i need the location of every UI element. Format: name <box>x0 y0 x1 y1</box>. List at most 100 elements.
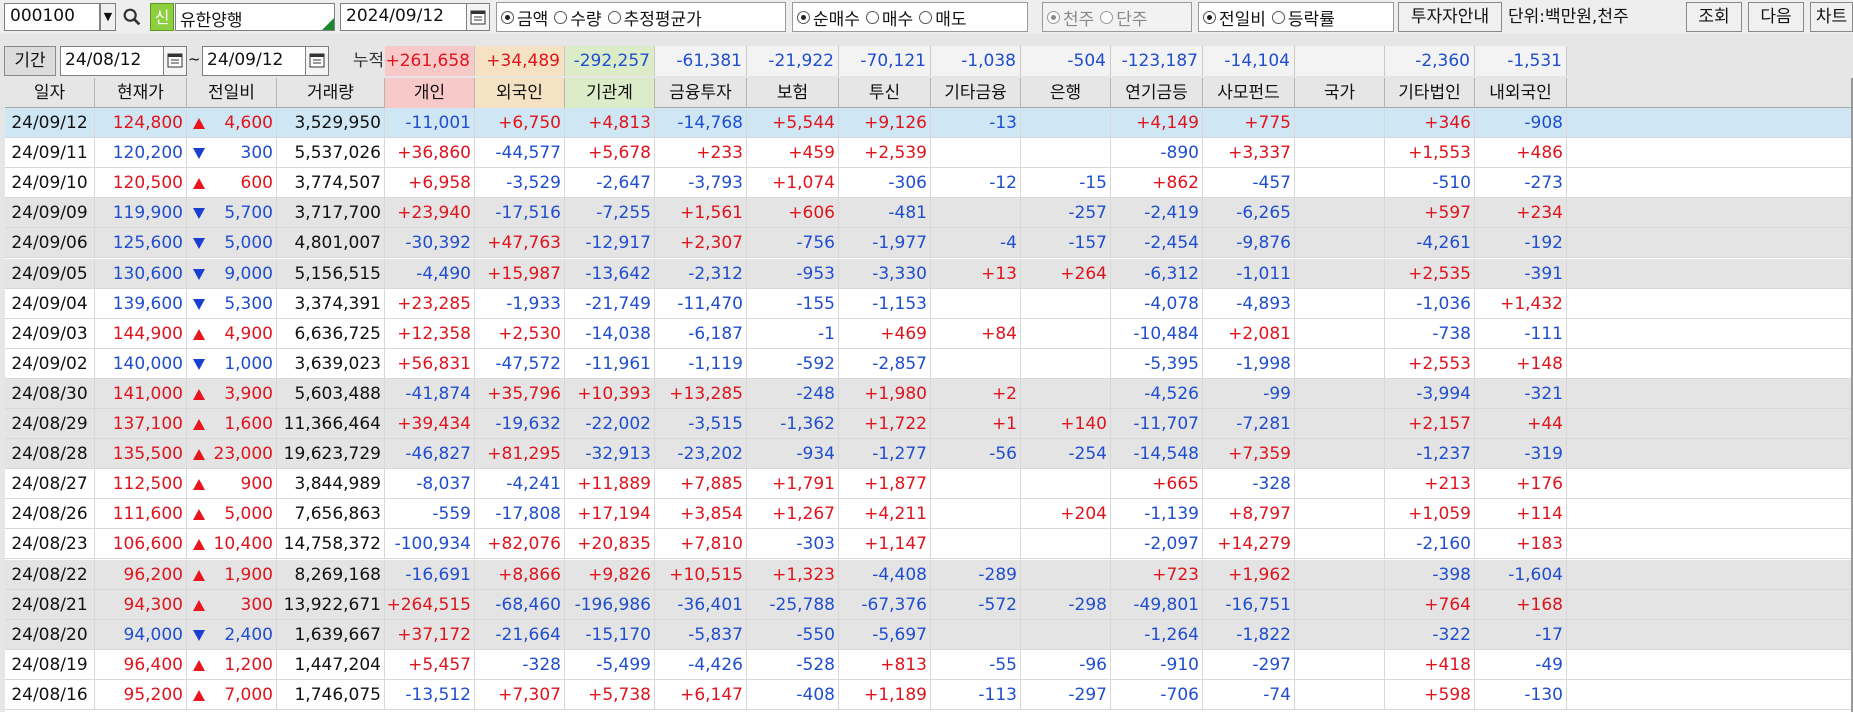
header-volume[interactable]: 거래량 <box>277 78 385 108</box>
header-foreign[interactable]: 외국인 <box>475 78 565 108</box>
radio-quantity[interactable]: 수량 <box>554 5 602 30</box>
date-calendar-button[interactable] <box>466 3 490 31</box>
cell-foreign: -4,241 <box>475 469 565 500</box>
period-to-input[interactable]: 24/09/12 <box>202 46 306 76</box>
table-row[interactable]: 24/09/06 125,600 5,000 4,801,007 -30,392 +47,… <box>5 228 1853 259</box>
period-bar: 기간 24/08/12 ~ 24/09/12 누적순매수 +261,658+34… <box>0 44 1853 78</box>
table-row[interactable]: 24/08/23 106,600 10,400 14,758,372 -100,934 +… <box>5 529 1853 560</box>
cell-state <box>1295 619 1385 650</box>
arrow-up-icon <box>193 449 205 461</box>
cell-pension: -6,312 <box>1111 258 1203 289</box>
table-row[interactable]: 24/08/29 137,100 1,600 11,366,464 +39,434 -19… <box>5 409 1853 439</box>
stock-search-button[interactable] <box>118 3 146 31</box>
header-bank[interactable]: 은행 <box>1021 78 1111 108</box>
table-row[interactable]: 24/09/09 119,900 5,700 3,717,700 +23,940 -17,… <box>5 198 1853 229</box>
table-row[interactable]: 24/09/02 140,000 1,000 3,639,023 +56,831 -47,… <box>5 348 1853 379</box>
table-row[interactable]: 24/09/11 120,200 300 5,537,026 +36,860 -44,57… <box>5 138 1853 169</box>
cell-individual: +264,515 <box>385 589 475 620</box>
radio-thousand-shares[interactable]: 천주 <box>1047 5 1094 30</box>
header-individual[interactable]: 개인 <box>385 78 475 108</box>
cell-foreign: +6,750 <box>475 108 565 138</box>
cell-trust: +9,126 <box>839 108 931 138</box>
table-row[interactable]: 24/08/19 96,400 1,200 1,447,204 +5,457 -328 -5… <box>5 649 1853 680</box>
cell-other-corp: +764 <box>1385 589 1475 620</box>
cell-date: 24/08/23 <box>5 529 95 560</box>
header-institution[interactable]: 기관계 <box>565 78 655 108</box>
cell-private-fund: -457 <box>1203 168 1295 199</box>
search-button[interactable]: 조회 <box>1686 2 1742 32</box>
cell-insurance: -303 <box>747 529 839 560</box>
cell-institution: -196,986 <box>565 589 655 620</box>
cell-bank: -297 <box>1021 679 1111 710</box>
cell-fin-invest: -23,202 <box>655 439 747 470</box>
radio-change-rate[interactable]: 등락률 <box>1271 5 1335 30</box>
change-value: 600 <box>240 173 273 194</box>
table-row[interactable]: 24/08/28 135,500 23,000 19,623,729 -46,827 +8… <box>5 439 1853 470</box>
table-row[interactable]: 24/08/26 111,600 5,000 7,656,863 -559 -17,808… <box>5 499 1853 530</box>
radio-avg-price[interactable]: 추정평균가 <box>607 5 702 30</box>
radio-net-buy[interactable]: 순매수 <box>797 5 860 30</box>
cell-date: 24/09/11 <box>5 138 95 169</box>
new-listing-badge: 신 <box>150 3 174 31</box>
cell-pension: -1,139 <box>1111 499 1203 530</box>
investor-trade-table[interactable]: 일자 현재가 전일비 거래량 개인 외국인 기관계 금융투자 보험 투신 기타금융 은행 연기금등 사모펀… <box>5 78 1853 712</box>
period-from-input[interactable]: 24/08/12 <box>60 46 164 76</box>
cell-date: 24/09/04 <box>5 288 95 319</box>
period-from-calendar-button[interactable] <box>163 46 187 76</box>
table-row[interactable]: 24/08/30 141,000 3,900 5,603,488 -41,874 +35,… <box>5 378 1853 409</box>
table-row[interactable]: 24/09/10 120,500 600 3,774,507 +6,958 -3,529-… <box>5 168 1853 199</box>
header-date[interactable]: 일자 <box>5 78 95 108</box>
cell-other-corp: +2,535 <box>1385 258 1475 289</box>
table-row[interactable]: 24/09/05 130,600 9,000 5,156,515 -4,490 +15,9… <box>5 258 1853 289</box>
row-filler <box>1567 168 1853 199</box>
radio-buy[interactable]: 매수 <box>865 5 913 30</box>
change-value: 10,400 <box>213 534 273 555</box>
cell-foreign: -47,572 <box>475 348 565 379</box>
stock-name-text: 유한양행 <box>180 11 243 31</box>
cell-other-finance: -572 <box>931 589 1021 620</box>
header-other-corp[interactable]: 기타법인 <box>1385 78 1475 108</box>
header-fin-invest[interactable]: 금융투자 <box>655 78 747 108</box>
cell-domestic-foreign: -321 <box>1475 378 1567 409</box>
table-row[interactable]: 24/09/03 144,900 4,900 6,636,725 +12,358 +2,5… <box>5 318 1853 349</box>
cell-individual: -41,874 <box>385 378 475 409</box>
investor-info-button[interactable]: 투자자안내 <box>1398 2 1502 32</box>
cell-date: 24/09/12 <box>5 108 95 138</box>
header-private-fund[interactable]: 사모펀드 <box>1203 78 1295 108</box>
arrow-down-icon <box>193 238 205 250</box>
header-pension[interactable]: 연기금등 <box>1111 78 1203 108</box>
radio-amount[interactable]: 금액 <box>501 5 548 30</box>
cell-domestic-foreign: +168 <box>1475 589 1567 620</box>
table-row[interactable]: 24/08/16 95,200 7,000 1,746,075 -13,512 +7,30… <box>5 679 1853 710</box>
stock-code-input[interactable]: 000100 <box>4 3 100 31</box>
radio-single-shares[interactable]: 단주 <box>1100 5 1148 30</box>
table-row[interactable]: 24/08/20 94,000 2,400 1,639,667 +37,172 -21,6… <box>5 619 1853 650</box>
table-row[interactable]: 24/08/21 94,300 300 13,922,671 +264,515 -68,4… <box>5 589 1853 620</box>
cell-date: 24/09/06 <box>5 228 95 259</box>
header-state[interactable]: 국가 <box>1295 78 1385 108</box>
period-to-calendar-button[interactable] <box>305 46 329 76</box>
table-row[interactable]: 24/08/27 112,500 900 3,844,989 -8,037 -4,241 +… <box>5 469 1853 500</box>
stock-name-field[interactable]: 유한양행 <box>175 3 335 31</box>
header-price[interactable]: 현재가 <box>95 78 187 108</box>
table-row[interactable]: 24/08/22 96,200 1,900 8,269,168 -16,691 +8,86… <box>5 559 1853 590</box>
header-insurance[interactable]: 보험 <box>747 78 839 108</box>
table-row[interactable]: 24/09/04 139,600 5,300 3,374,391 +23,285 -1,9… <box>5 288 1853 319</box>
table-row[interactable]: 24/09/12 124,800 4,600 3,529,950 -11,001 +6,7… <box>5 108 1853 138</box>
radio-prev-day[interactable]: 전일비 <box>1203 5 1266 30</box>
cell-pension: -5,395 <box>1111 348 1203 379</box>
header-other-finance[interactable]: 기타금융 <box>931 78 1021 108</box>
header-trust[interactable]: 투신 <box>839 78 931 108</box>
stock-code-dropdown[interactable]: ▼ <box>100 3 116 31</box>
next-button[interactable]: 다음 <box>1748 2 1804 32</box>
cell-foreign: +82,076 <box>475 529 565 560</box>
cell-individual: -559 <box>385 499 475 530</box>
cell-other-finance: -113 <box>931 679 1021 710</box>
radio-sell[interactable]: 매도 <box>919 5 966 30</box>
chart-button[interactable]: 차트 <box>1810 2 1853 32</box>
header-domestic-foreign[interactable]: 내외국인 <box>1475 78 1567 108</box>
cell-institution: +20,835 <box>565 529 655 560</box>
cell-bank: -15 <box>1021 168 1111 199</box>
cell-private-fund: +14,279 <box>1203 529 1295 560</box>
header-change[interactable]: 전일비 <box>187 78 277 108</box>
